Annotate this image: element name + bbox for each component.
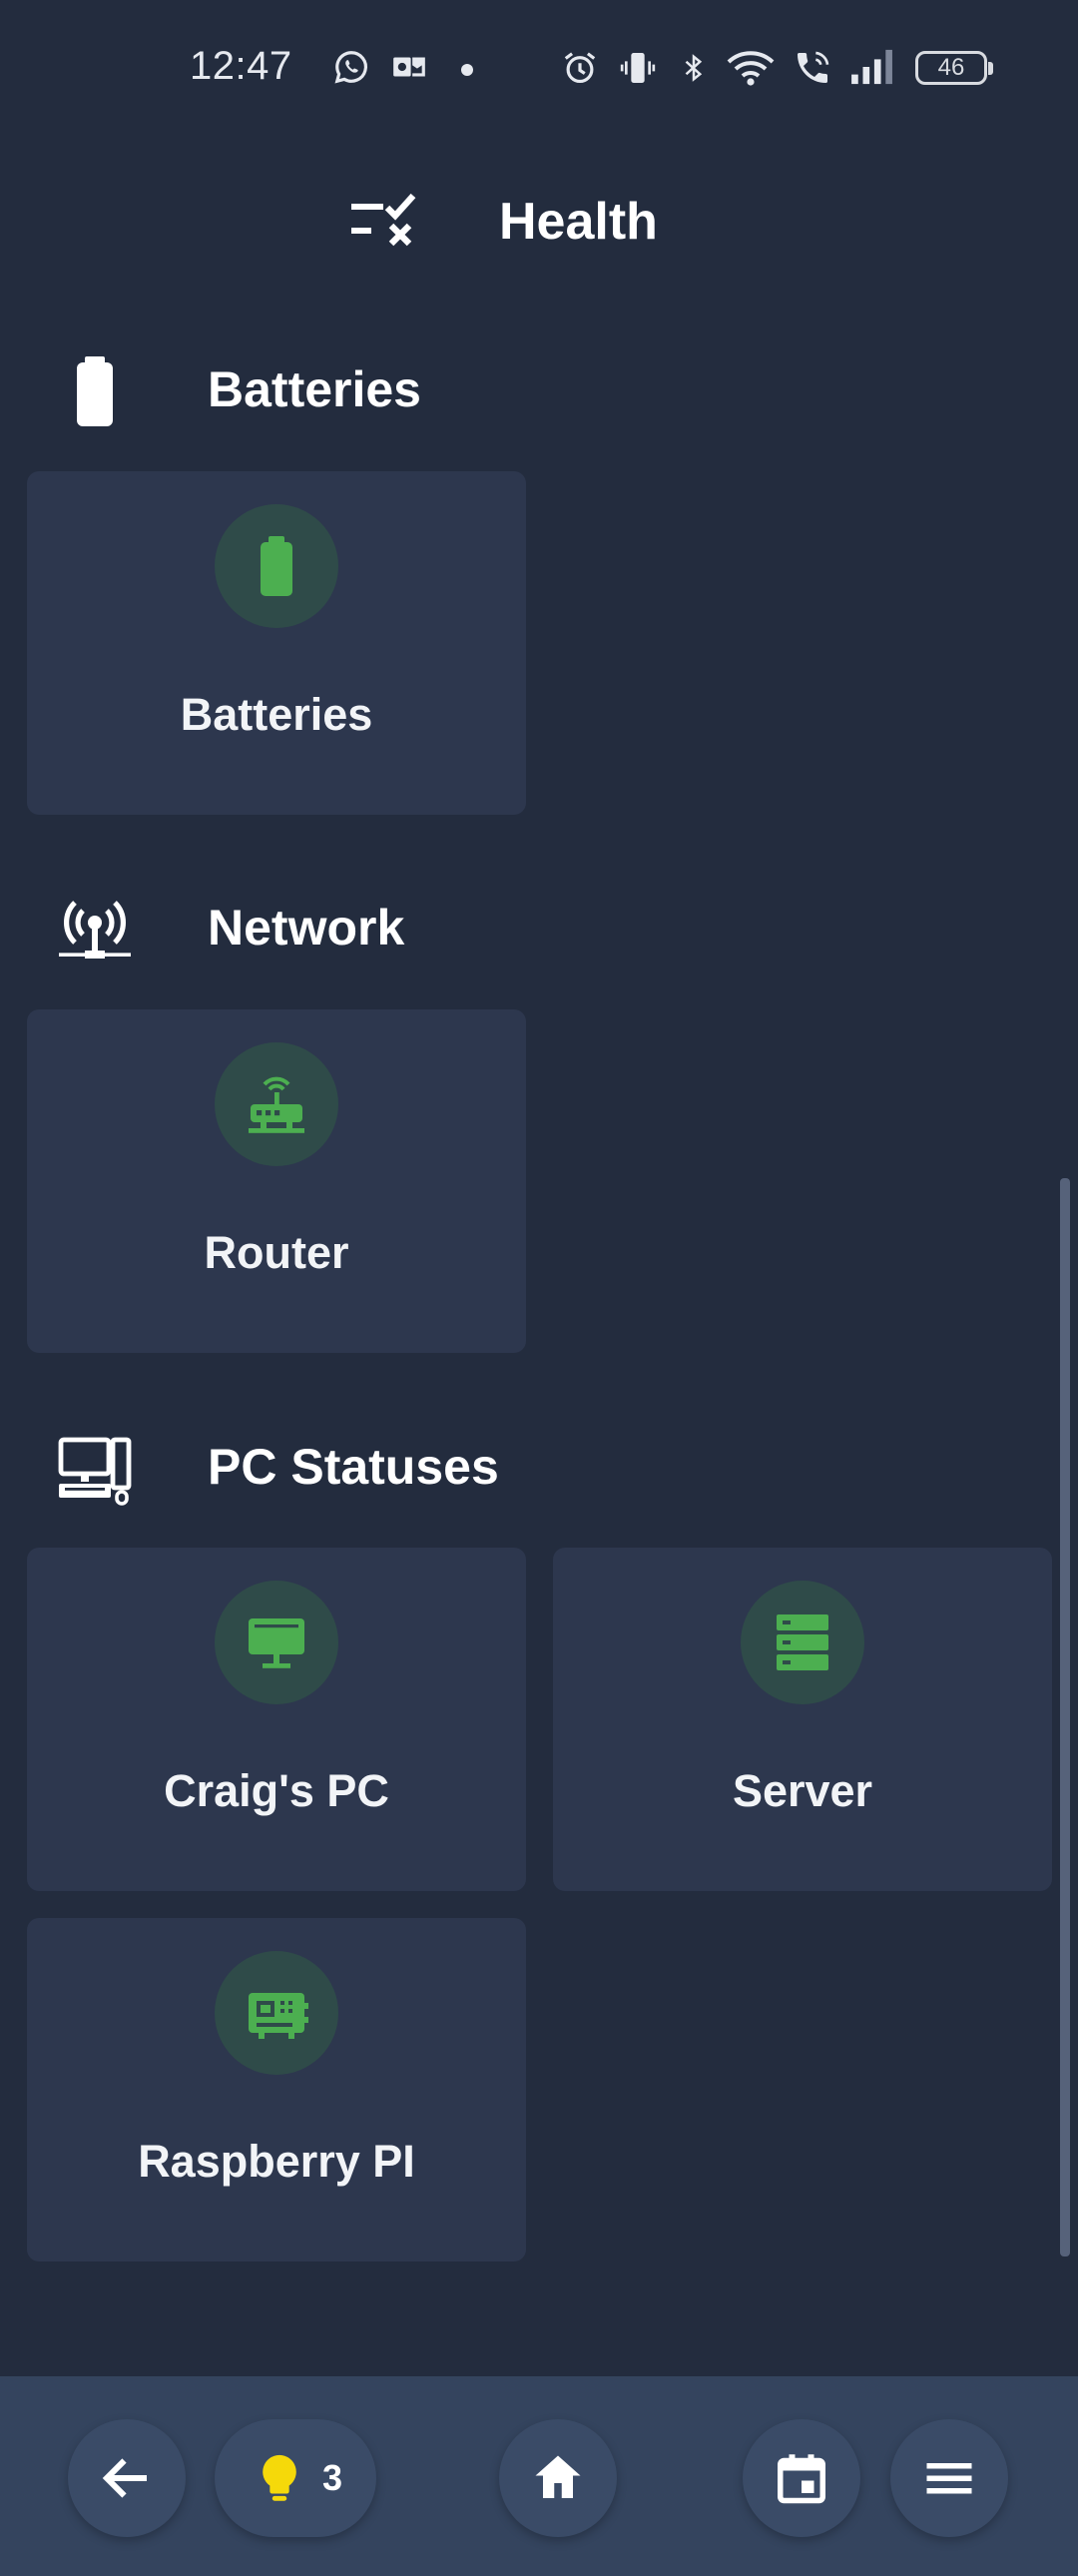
vibrate-icon xyxy=(617,48,659,88)
section-heading-batteries: Batteries xyxy=(0,344,1078,426)
back-button[interactable] xyxy=(68,2419,186,2537)
home-icon xyxy=(535,2455,581,2498)
card-craigs-pc[interactable]: Craig's PC xyxy=(27,1548,526,1891)
server-icon xyxy=(777,1614,828,1670)
section-heading-network: Network xyxy=(0,883,1078,963)
scrollbar[interactable] xyxy=(1060,1178,1070,2256)
card-icon-badge xyxy=(215,1951,338,2075)
card-label: Raspberry PI xyxy=(138,2136,415,2187)
bluetooth-icon xyxy=(679,48,709,88)
card-icon-badge xyxy=(741,1581,864,1704)
monitor-icon xyxy=(249,1618,304,1668)
section-heading-pc-statuses: PC Statuses xyxy=(0,1422,1078,1506)
calendar-icon xyxy=(778,2454,825,2504)
back-icon xyxy=(102,2458,147,2498)
card-label: Server xyxy=(732,1765,873,1816)
menu-button[interactable] xyxy=(890,2419,1008,2537)
signal-icon xyxy=(848,48,896,86)
lights-button[interactable]: 3 xyxy=(215,2419,376,2537)
card-label: Router xyxy=(204,1227,349,1278)
card-icon-badge xyxy=(215,1042,338,1166)
card-server[interactable]: Server xyxy=(553,1548,1052,1891)
card-batteries[interactable]: Batteries xyxy=(27,471,526,815)
home-button[interactable] xyxy=(499,2419,617,2537)
wifi-call-icon xyxy=(792,48,833,88)
status-time: 12:47 xyxy=(190,44,292,88)
calendar-button[interactable] xyxy=(743,2419,860,2537)
battery-icon xyxy=(55,352,135,432)
router-icon xyxy=(249,1076,304,1133)
page-header: Health xyxy=(0,180,1078,260)
section-title: PC Statuses xyxy=(208,1439,499,1495)
section-title: Batteries xyxy=(208,361,421,417)
desktop-classic-icon xyxy=(55,1430,135,1510)
chip-icon xyxy=(249,1993,308,2039)
card-raspberry-pi[interactable]: Raspberry PI xyxy=(27,1918,526,2261)
lights-count: 3 xyxy=(322,2457,343,2498)
menu-icon xyxy=(926,2463,972,2494)
card-router[interactable]: Router xyxy=(27,1009,526,1353)
card-label: Craig's PC xyxy=(164,1765,389,1816)
bottom-nav-bar: 3 xyxy=(0,2376,1078,2576)
lightbulb-icon xyxy=(263,2454,296,2501)
dot-icon xyxy=(459,62,475,78)
outlook-icon xyxy=(389,48,429,86)
card-icon-badge xyxy=(215,1581,338,1704)
page-title: Health xyxy=(499,193,658,251)
battery-icon: 46 xyxy=(915,51,993,85)
checklist-icon xyxy=(349,190,421,252)
card-label: Batteries xyxy=(180,689,373,740)
status-bar: 12:47 46 xyxy=(0,0,1078,140)
battery-icon xyxy=(261,536,292,596)
wifi-icon xyxy=(725,48,777,88)
card-icon-badge xyxy=(215,504,338,628)
section-title: Network xyxy=(208,900,405,956)
alarm-icon xyxy=(561,48,599,88)
network-wireless-icon xyxy=(55,891,135,970)
whatsapp-icon xyxy=(332,48,370,86)
